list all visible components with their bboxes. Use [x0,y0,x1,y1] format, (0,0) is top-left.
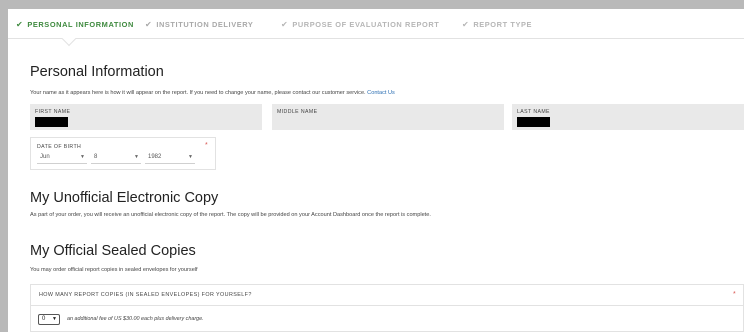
progress-stepper: ✔ PERSONAL INFORMATION ✔ INSTITUTION DELIV… [8,9,744,39]
name-note-text: Your name as it appears here is how it w… [30,90,366,96]
step-purpose-of-evaluation-report[interactable]: ✔ PURPOSE OF EVALUATION REPORT [281,20,439,29]
required-indicator: * [205,142,208,149]
dob-day-value: 8 [94,154,98,160]
window-frame-top [0,0,744,9]
last-name-field[interactable]: LAST NAME [512,104,744,130]
fee-note: an additional fee of US $30.00 each plus… [67,316,204,322]
redacted-value [35,117,68,127]
contact-us-link[interactable]: Contact Us [367,90,395,96]
step-personal-information[interactable]: ✔ PERSONAL INFORMATION [16,20,134,29]
section-title-sealed-copies: My Official Sealed Copies [30,243,196,259]
sealed-copies-note: You may order official report copies in … [30,267,198,273]
check-icon: ✔ [16,20,24,29]
dob-year-value: 1982 [148,154,162,160]
step-label: PERSONAL INFORMATION [27,20,134,29]
divider [31,305,743,306]
redacted-value [517,117,550,127]
quantity-value: 0 [42,316,46,322]
dob-day-select[interactable]: 8 ▼ [91,154,141,164]
page: ✔ PERSONAL INFORMATION ✔ INSTITUTION DELIV… [8,9,744,332]
dob-year-select[interactable]: 1982 ▼ [145,154,195,164]
required-indicator: * [733,291,736,298]
check-icon: ✔ [145,20,153,29]
date-of-birth-label: DATE OF BIRTH [37,144,82,150]
step-label: PURPOSE OF EVALUATION REPORT [292,20,440,29]
section-title-electronic-copy: My Unofficial Electronic Copy [30,190,219,206]
middle-name-field[interactable]: MIDDLE NAME [272,104,504,130]
step-label: REPORT TYPE [473,20,533,29]
sealed-copies-question: HOW MANY REPORT COPIES (IN SEALED ENVELO… [39,292,252,298]
check-icon: ✔ [281,20,289,29]
last-name-label: LAST NAME [517,109,550,115]
electronic-copy-note: As part of your order, you will receive … [30,212,431,218]
step-label: INSTITUTION DELIVERY [156,20,254,29]
chevron-down-icon: ▼ [52,316,57,322]
chevron-down-icon: ▼ [134,154,139,160]
dob-month-select[interactable]: Jun ▼ [37,154,87,164]
window-frame-left [0,0,8,332]
dob-month-value: Jun [40,154,50,160]
section-title-personal-information: Personal Information [30,64,164,80]
chevron-down-icon: ▼ [188,154,193,160]
middle-name-label: MIDDLE NAME [277,109,318,115]
date-of-birth-field: DATE OF BIRTH * Jun ▼ 8 ▼ 1982 ▼ [30,137,216,170]
step-institution-delivery[interactable]: ✔ INSTITUTION DELIVERY [145,20,253,29]
sealed-copies-field: HOW MANY REPORT COPIES (IN SEALED ENVELO… [30,284,744,332]
check-icon: ✔ [462,20,470,29]
first-name-label: FIRST NAME [35,109,71,115]
name-note: Your name as it appears here is how it w… [30,90,395,96]
copies-quantity-select[interactable]: 0 ▼ [38,314,60,325]
step-report-type[interactable]: ✔ REPORT TYPE [462,20,532,29]
first-name-field[interactable]: FIRST NAME [30,104,262,130]
chevron-down-icon: ▼ [80,154,85,160]
